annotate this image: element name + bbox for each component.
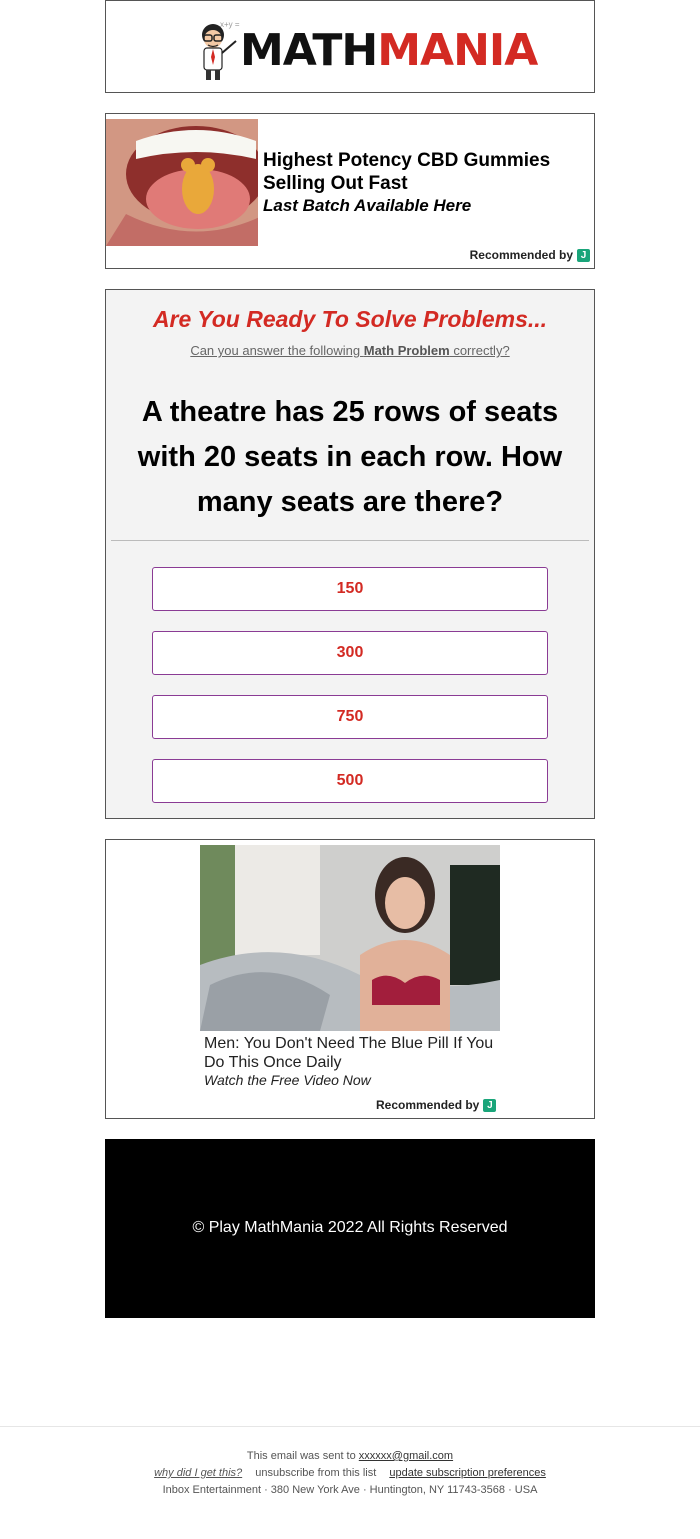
- recipient-email-link[interactable]: xxxxxx@gmail.com: [359, 1450, 453, 1462]
- answer-button-1[interactable]: 150: [152, 567, 548, 611]
- ad-image-gummy[interactable]: [106, 119, 258, 246]
- ad-title[interactable]: Men: You Don't Need The Blue Pill If You…: [204, 1034, 504, 1072]
- copyright-banner: © Play MathMania 2022 All Rights Reserve…: [105, 1139, 595, 1318]
- answer-button-2[interactable]: 300: [152, 631, 548, 675]
- jeeng-badge-icon: J: [577, 248, 590, 262]
- svg-text:x+y =: x+y =: [220, 20, 240, 29]
- answer-button-4[interactable]: 500: [152, 759, 548, 803]
- recommended-by[interactable]: Recommended by J: [376, 1098, 497, 1112]
- ad-subtitle[interactable]: Last Batch Available Here: [263, 195, 583, 217]
- teacher-mascot-icon: x+y =: [202, 20, 240, 80]
- update-preferences-link[interactable]: update subscription preferences: [389, 1467, 546, 1479]
- unsubscribe-link[interactable]: unsubscribe from this list: [255, 1467, 376, 1479]
- sender-address: Inbox Entertainment · 380 New York Ave ·…: [162, 1484, 538, 1496]
- logo-wordmark: MATHMANIA: [240, 25, 538, 76]
- footer-links: why did I get this? unsubscribe from thi…: [0, 1465, 700, 1482]
- divider: [111, 540, 589, 541]
- sponsored-ad-video[interactable]: Men: You Don't Need The Blue Pill If You…: [105, 839, 595, 1119]
- quiz-question: A theatre has 25 rows of seats with 20 s…: [137, 396, 563, 518]
- why-link[interactable]: why did I get this?: [154, 1467, 242, 1479]
- ad-copy[interactable]: Men: You Don't Need The Blue Pill If You…: [204, 1034, 504, 1089]
- quiz-headline: Are You Ready To Solve Problems...: [152, 306, 548, 332]
- footer-divider: [0, 1426, 700, 1427]
- ad-copy[interactable]: Highest Potency CBD Gummies Selling Out …: [263, 149, 583, 217]
- header-banner: x+y = MATHMANIA: [105, 0, 595, 93]
- sent-to-line: This email was sent to xxxxxx@gmail.com: [246, 1450, 454, 1462]
- quiz-card: Are You Ready To Solve Problems... Can y…: [105, 289, 595, 819]
- answer-button-3[interactable]: 750: [152, 695, 548, 739]
- mathmania-logo[interactable]: x+y = MATHMANIA: [196, 15, 538, 81]
- recommended-by[interactable]: Recommended by J: [470, 248, 590, 262]
- email-footer: This email was sent to xxxxxx@gmail.com …: [0, 1448, 700, 1499]
- ad-image-woman[interactable]: [200, 845, 500, 1031]
- sponsored-ad-cbd[interactable]: Highest Potency CBD Gummies Selling Out …: [105, 113, 595, 269]
- copyright-text: © Play MathMania 2022 All Rights Reserve…: [192, 1219, 508, 1236]
- ad-title[interactable]: Highest Potency CBD Gummies Selling Out …: [263, 149, 583, 195]
- ad-subtitle[interactable]: Watch the Free Video Now: [204, 1072, 504, 1089]
- jeeng-badge-icon: J: [483, 1098, 497, 1112]
- quiz-subheading[interactable]: Can you answer the following Math Proble…: [106, 343, 594, 358]
